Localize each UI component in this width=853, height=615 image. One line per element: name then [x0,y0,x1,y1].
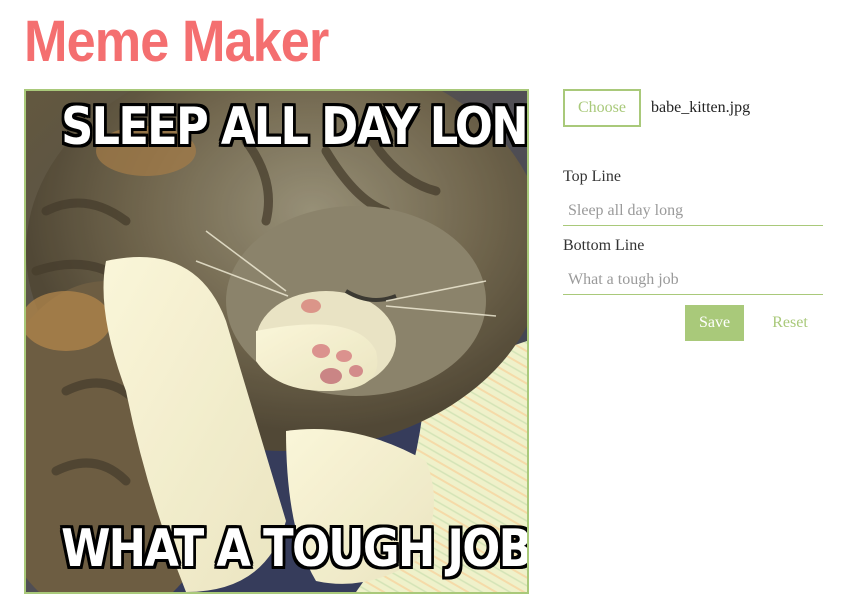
choose-file-button[interactable]: Choose [563,89,641,127]
app-title: Meme Maker [24,9,329,74]
reset-button[interactable]: Reset [758,305,822,341]
meme-image [26,91,527,592]
selected-file-name: babe_kitten.jpg [651,99,751,116]
top-line-input[interactable] [563,196,823,226]
bottom-line-input[interactable] [563,265,823,295]
file-picker: Choose babe_kitten.jpg [563,89,750,127]
save-button[interactable]: Save [685,305,744,341]
meme-canvas: SLEEP ALL DAY LONG WHAT A TOUGH JOB [24,89,529,594]
meme-top-text: SLEEP ALL DAY LONG [61,97,529,157]
top-line-label: Top Line [563,168,621,185]
bottom-line-label: Bottom Line [563,237,645,254]
meme-bottom-text: WHAT A TOUGH JOB [61,519,529,579]
